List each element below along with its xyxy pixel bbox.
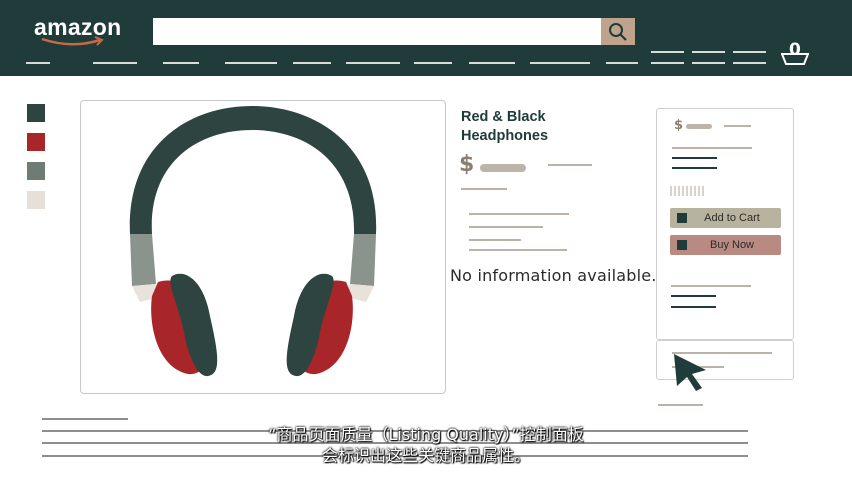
cart-square-icon	[677, 213, 687, 223]
caption-line-1: “商品页面质量（Listing Quality）”控制面板	[268, 425, 584, 444]
text-placeholder	[671, 295, 716, 297]
nav-item-placeholder[interactable]	[733, 51, 766, 53]
text-placeholder	[672, 147, 752, 149]
swatch-red[interactable]	[27, 133, 45, 151]
text-placeholder	[671, 285, 751, 287]
text-placeholder	[671, 306, 716, 308]
nav-item-placeholder[interactable]	[163, 62, 199, 64]
nav-item-placeholder[interactable]	[469, 62, 515, 64]
text-placeholder	[672, 157, 717, 159]
headphones-image	[129, 106, 377, 377]
nav-item-placeholder[interactable]	[414, 62, 452, 64]
video-caption: “商品页面质量（Listing Quality）”控制面板 会标识出这些关键商品…	[0, 424, 852, 466]
nav-item-placeholder[interactable]	[530, 62, 590, 64]
price-symbol: $	[459, 152, 475, 177]
nav-item-placeholder[interactable]	[651, 51, 684, 53]
caption-line-2: 会标识出这些关键商品属性。	[321, 446, 530, 465]
nav-item-placeholder[interactable]	[692, 51, 725, 53]
search-input[interactable]	[153, 18, 601, 45]
nav-item-placeholder[interactable]	[651, 62, 684, 64]
text-placeholder	[724, 125, 751, 127]
nav-menu-placeholder[interactable]	[26, 62, 50, 64]
text-placeholder	[548, 164, 592, 166]
add-to-cart-button[interactable]: Add to Cart	[670, 208, 781, 228]
swatch-gray-green[interactable]	[27, 162, 45, 180]
no-information-label: No information available.	[450, 266, 657, 285]
buy-now-button[interactable]: Buy Now	[670, 235, 781, 255]
buybox-price-placeholder	[686, 124, 712, 129]
search-button[interactable]	[601, 18, 635, 45]
nav-item-placeholder[interactable]	[692, 62, 725, 64]
swatch-dark-green[interactable]	[27, 104, 45, 122]
buy-now-label: Buy Now	[709, 239, 755, 251]
text-placeholder	[672, 167, 717, 169]
product-title: Red & Black Headphones	[461, 109, 549, 144]
logo-smile-icon	[41, 36, 104, 46]
quantity-placeholder[interactable]	[670, 186, 704, 196]
text-placeholder	[469, 226, 543, 228]
nav-item-placeholder[interactable]	[346, 62, 400, 64]
text-placeholder	[658, 404, 703, 406]
nav-item-placeholder[interactable]	[606, 62, 638, 64]
text-placeholder	[461, 188, 507, 190]
text-placeholder	[469, 249, 567, 251]
buybox-price-symbol: $	[674, 118, 684, 133]
cart-icon[interactable]	[780, 52, 810, 66]
add-to-cart-label: Add to Cart	[704, 212, 760, 224]
text-placeholder	[469, 239, 521, 241]
nav-item-placeholder[interactable]	[225, 62, 277, 64]
text-placeholder	[469, 213, 569, 215]
text-placeholder	[42, 418, 128, 420]
nav-item-placeholder[interactable]	[293, 62, 331, 64]
mouse-cursor-icon	[674, 354, 706, 391]
swatch-light-beige[interactable]	[27, 191, 45, 209]
header-bar: amazon 0	[0, 0, 852, 76]
search-icon	[609, 22, 627, 41]
price-placeholder	[480, 164, 526, 172]
nav-item-placeholder[interactable]	[93, 62, 137, 64]
buy-square-icon	[677, 240, 687, 250]
nav-item-placeholder[interactable]	[733, 62, 766, 64]
